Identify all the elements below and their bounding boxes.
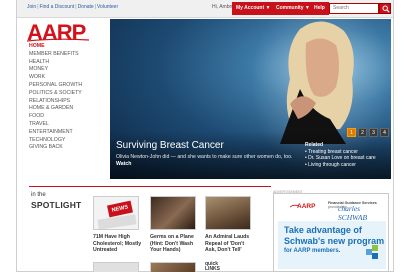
quick-links-heading: quick LINKS <box>205 261 220 272</box>
page: Join|Find a Discount|Donate|Volunteer Hi… <box>16 0 394 272</box>
find-discount-link[interactable]: Find a Discount <box>40 4 75 10</box>
pager-page-3[interactable]: 3 <box>369 128 378 137</box>
search-input[interactable]: Search <box>329 3 379 14</box>
ad-arrow-icon <box>366 245 378 259</box>
hero-feature[interactable]: Surviving Breast Cancer Olivia Newton-Jo… <box>110 19 391 179</box>
my-account-menu[interactable]: My Account ▼ <box>232 2 275 15</box>
spotlight-thumb-plane[interactable] <box>150 196 196 230</box>
link-separator: | <box>94 4 96 10</box>
spotlight-thumb-more[interactable] <box>150 262 196 272</box>
spotlight-thumb-admiral[interactable] <box>205 196 251 230</box>
logo-swoosh-icon <box>27 38 89 42</box>
ad-aarp-logo: AARP <box>297 203 316 210</box>
nav-item-relationships[interactable]: Relationships <box>29 98 109 106</box>
hero-title[interactable]: Surviving Breast Cancer <box>116 140 224 151</box>
nav-item-work[interactable]: Work <box>29 74 109 82</box>
paper-shape <box>97 214 137 229</box>
main-nav: Home Member Benefits Health Money Work P… <box>29 43 109 152</box>
spotlight-thumb-news[interactable]: NEWS <box>93 196 139 230</box>
schwab-ad[interactable]: AARP Financial Guidance Services provide… <box>273 193 389 272</box>
link-separator: | <box>37 4 39 10</box>
search-button[interactable] <box>379 3 391 14</box>
ad-headline: Take advantage of <box>284 225 362 235</box>
spotlight-divider <box>29 186 271 187</box>
ad-body: Take advantage of Schwab's new program f… <box>278 221 386 269</box>
pager-page-4[interactable]: 4 <box>380 128 389 137</box>
nav-item-entertainment[interactable]: Entertainment <box>29 129 109 137</box>
nav-item-technology[interactable]: Technology <box>29 137 109 145</box>
spotlight-prefix: in the <box>31 192 46 198</box>
donate-link[interactable]: Donate <box>78 4 94 10</box>
top-bar: Join|Find a Discount|Donate|Volunteer Hi… <box>17 0 393 18</box>
nav-item-food[interactable]: Food <box>29 113 109 121</box>
spotlight-caption[interactable]: An Admiral Lauds Repeal of 'Don't Ask, D… <box>205 234 255 254</box>
nav-item-health[interactable]: Health <box>29 59 109 67</box>
nav-item-giving-back[interactable]: Giving Back <box>29 144 109 152</box>
related-link[interactable]: Dr. Susan Love on breast care <box>305 155 376 162</box>
hero-description: Olivia Newton-John did — and she wants t… <box>116 154 296 167</box>
nav-item-personal-growth[interactable]: Personal Growth <box>29 82 109 90</box>
help-button[interactable]: Help <box>310 2 329 15</box>
nav-item-home-garden[interactable]: Home & Garden <box>29 105 109 113</box>
top-links: Join|Find a Discount|Donate|Volunteer <box>27 4 118 10</box>
pager-page-1[interactable]: 1 <box>347 128 356 137</box>
hero-description-text: Olivia Newton-John did — and she wants t… <box>116 154 293 160</box>
ad-subline: for AARP members. <box>284 248 341 254</box>
spotlight-heading: SPOTLIGHT <box>31 200 82 210</box>
nav-item-home[interactable]: Home <box>29 43 109 51</box>
pager-page-2[interactable]: 2 <box>358 128 367 137</box>
nav-item-travel[interactable]: Travel <box>29 121 109 129</box>
related-link[interactable]: Living through cancer <box>305 162 376 169</box>
watch-link[interactable]: Watch <box>116 161 131 167</box>
hero-portrait-image <box>280 21 354 144</box>
spotlight-caption[interactable]: Germs on a Plane (Hint: Don't Wash Your … <box>150 234 200 254</box>
search-icon <box>382 5 390 13</box>
spotlight-caption[interactable]: 71M Have High Cholesterol; Mostly Untrea… <box>93 234 143 254</box>
volunteer-link[interactable]: Volunteer <box>97 4 118 10</box>
nav-item-member-benefits[interactable]: Member Benefits <box>29 51 109 59</box>
ad-schwab-logo: charles SCHWAB <box>338 204 368 222</box>
spotlight-thumb-more[interactable] <box>93 262 139 272</box>
related-links: Related Treating breast cancer Dr. Susan… <box>305 142 376 168</box>
community-menu[interactable]: Community ▼ <box>272 2 314 15</box>
nav-item-politics-society[interactable]: Politics & Society <box>29 90 109 98</box>
nav-item-money[interactable]: Money <box>29 66 109 74</box>
join-link[interactable]: Join <box>27 4 36 10</box>
link-separator: | <box>75 4 77 10</box>
